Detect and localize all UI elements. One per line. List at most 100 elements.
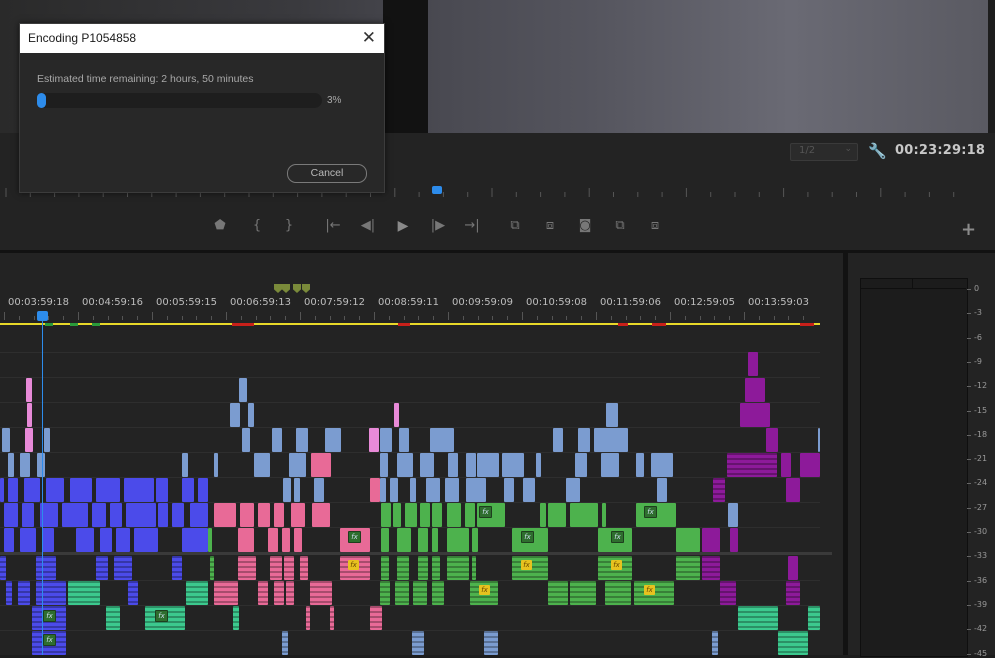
timeline-clip[interactable] bbox=[380, 478, 386, 502]
timeline-clip[interactable] bbox=[397, 556, 409, 580]
timeline-clip[interactable] bbox=[727, 453, 777, 477]
timeline-clip[interactable] bbox=[2, 428, 10, 452]
timeline-clip[interactable] bbox=[651, 453, 673, 477]
fx-badge-icon[interactable]: fx bbox=[479, 585, 490, 595]
timeline-clip[interactable] bbox=[523, 478, 535, 502]
timeline-clip[interactable] bbox=[606, 403, 618, 427]
timeline-clip[interactable] bbox=[594, 428, 628, 452]
fx-badge-icon[interactable]: fx bbox=[155, 610, 168, 622]
timeline-clip[interactable] bbox=[300, 556, 308, 580]
timeline-clip[interactable] bbox=[548, 581, 568, 605]
timeline-clip[interactable] bbox=[110, 503, 122, 527]
timeline-clip[interactable] bbox=[472, 556, 476, 580]
timeline-clip[interactable] bbox=[570, 581, 596, 605]
timeline-clip[interactable] bbox=[283, 478, 291, 502]
timeline-clip[interactable] bbox=[214, 503, 236, 527]
go-to-in-icon[interactable]: |← bbox=[323, 218, 343, 233]
fx-badge-icon[interactable]: fx bbox=[521, 560, 532, 570]
timeline-clip[interactable] bbox=[274, 581, 284, 605]
timeline-clip[interactable] bbox=[713, 478, 725, 502]
timeline-clip[interactable] bbox=[445, 478, 459, 502]
timeline-clip[interactable] bbox=[730, 528, 738, 552]
timeline-clip[interactable] bbox=[182, 453, 188, 477]
fx-badge-icon[interactable]: fx bbox=[611, 531, 624, 543]
timeline-clip[interactable] bbox=[274, 503, 284, 527]
timeline-clip[interactable] bbox=[418, 528, 428, 552]
timeline-clip[interactable] bbox=[570, 503, 598, 527]
timeline-clip[interactable] bbox=[657, 478, 667, 502]
timeline-clip[interactable] bbox=[24, 478, 40, 502]
compare-icon[interactable]: ⧉ bbox=[610, 218, 630, 233]
fx-badge-icon[interactable]: fx bbox=[644, 506, 657, 518]
timeline-clip[interactable] bbox=[70, 478, 92, 502]
timeline-clip[interactable] bbox=[432, 556, 440, 580]
timeline-clip[interactable] bbox=[548, 503, 566, 527]
timeline-clip[interactable] bbox=[720, 581, 736, 605]
timeline-clip[interactable] bbox=[0, 556, 6, 580]
timeline-clip[interactable] bbox=[466, 453, 476, 477]
timeline-clip[interactable] bbox=[536, 453, 541, 477]
timeline-clip[interactable] bbox=[46, 478, 64, 502]
timeline-clip[interactable] bbox=[786, 581, 800, 605]
timeline-clip[interactable] bbox=[477, 453, 499, 477]
timeline-clip[interactable] bbox=[186, 581, 208, 605]
timeline-clip[interactable] bbox=[702, 528, 720, 552]
timeline-clip[interactable] bbox=[472, 528, 478, 552]
timeline-clip[interactable] bbox=[210, 556, 214, 580]
timeline-clip[interactable] bbox=[0, 478, 4, 502]
timeline-clip[interactable] bbox=[124, 478, 154, 502]
timeline-clip[interactable] bbox=[239, 378, 247, 402]
timeline-clip[interactable] bbox=[330, 606, 334, 630]
timeline-clip[interactable] bbox=[748, 352, 758, 376]
timeline-clip[interactable] bbox=[601, 453, 619, 477]
timeline-clip[interactable] bbox=[578, 428, 590, 452]
timeline-clip[interactable] bbox=[420, 453, 434, 477]
timeline-clip[interactable] bbox=[172, 503, 184, 527]
timeline-clip[interactable] bbox=[447, 528, 469, 552]
timeline-clip[interactable] bbox=[62, 503, 88, 527]
timeline-clip[interactable] bbox=[268, 528, 278, 552]
mark-out-icon[interactable]: } bbox=[279, 218, 299, 233]
fx-badge-icon[interactable]: fx bbox=[521, 531, 534, 543]
timeline-clip[interactable] bbox=[405, 503, 417, 527]
timeline-clip[interactable] bbox=[381, 503, 391, 527]
timeline-clip[interactable] bbox=[390, 478, 398, 502]
timeline-clip[interactable] bbox=[312, 503, 330, 527]
timeline-clip[interactable] bbox=[432, 528, 438, 552]
timeline-clip[interactable] bbox=[381, 528, 389, 552]
timeline-clip[interactable] bbox=[418, 556, 428, 580]
timeline-clip[interactable] bbox=[566, 478, 580, 502]
fx-badge-icon[interactable]: fx bbox=[644, 585, 655, 595]
timeline-clip[interactable] bbox=[254, 453, 270, 477]
timeline-clip[interactable] bbox=[702, 556, 720, 580]
fx-badge-icon[interactable]: fx bbox=[348, 531, 361, 543]
timeline-clip[interactable] bbox=[296, 428, 308, 452]
timeline-clip[interactable] bbox=[4, 528, 14, 552]
play-icon[interactable]: ▶ bbox=[393, 218, 413, 234]
timeline-clip[interactable] bbox=[818, 428, 820, 452]
timeline-clip[interactable] bbox=[738, 606, 778, 630]
resolution-select[interactable]: 1/2 ⌄ bbox=[790, 143, 858, 161]
fx-badge-icon[interactable]: fx bbox=[43, 610, 56, 622]
timeline-clip[interactable] bbox=[420, 503, 430, 527]
timeline-clip[interactable] bbox=[27, 403, 32, 427]
trim-icon[interactable]: ⧈ bbox=[645, 218, 665, 233]
mark-in-icon[interactable]: { bbox=[247, 218, 267, 233]
timeline-clip[interactable] bbox=[410, 478, 416, 502]
timeline-clip[interactable] bbox=[745, 378, 765, 402]
timeline-clip[interactable] bbox=[284, 556, 294, 580]
timeline-clip[interactable] bbox=[447, 503, 461, 527]
timeline-clip[interactable] bbox=[76, 528, 94, 552]
timeline-clip[interactable] bbox=[636, 453, 644, 477]
timeline-clip[interactable] bbox=[25, 428, 33, 452]
timeline-clip[interactable] bbox=[22, 503, 34, 527]
timeline-clip[interactable] bbox=[6, 581, 12, 605]
timeline-clip[interactable] bbox=[412, 631, 424, 655]
timeline-clip[interactable] bbox=[310, 581, 332, 605]
timeline-clip[interactable] bbox=[766, 428, 778, 452]
fx-badge-icon[interactable]: fx bbox=[611, 560, 622, 570]
video-audio-separator[interactable] bbox=[0, 552, 832, 555]
timeline-clip[interactable] bbox=[540, 503, 546, 527]
timeline-clip[interactable] bbox=[114, 556, 132, 580]
timeline-clip[interactable] bbox=[370, 478, 380, 502]
